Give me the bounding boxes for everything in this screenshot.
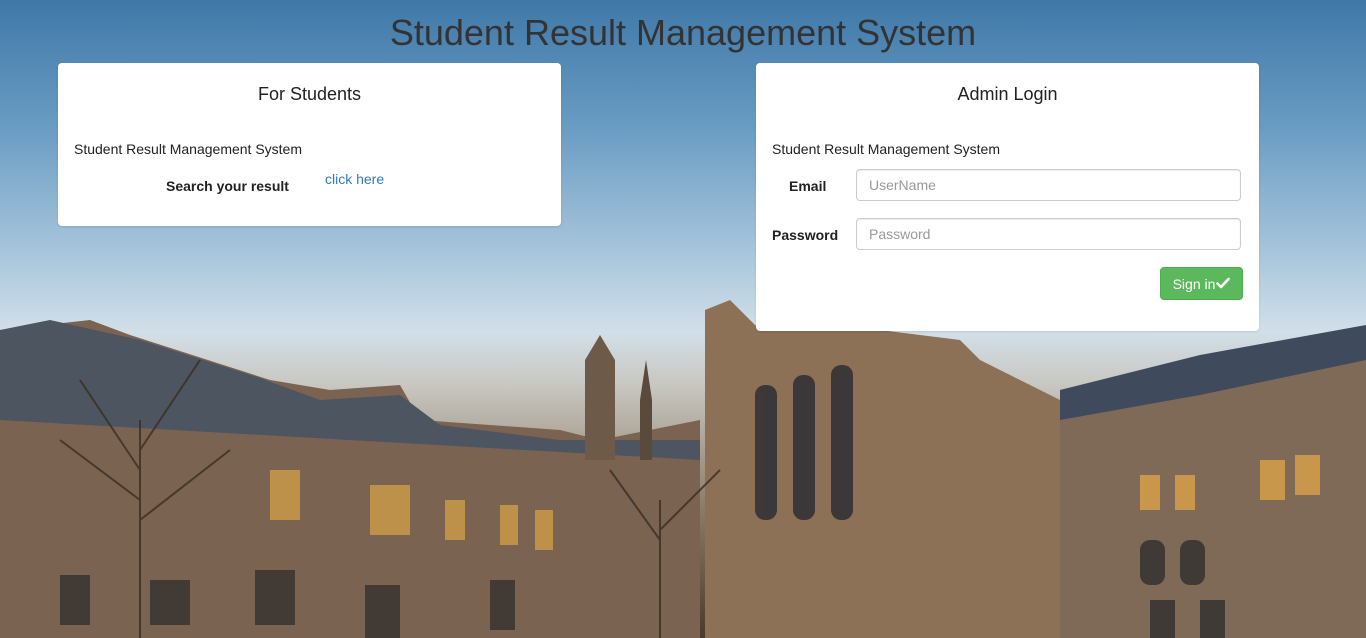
email-label: Email <box>789 178 827 194</box>
password-label: Password <box>772 227 839 243</box>
search-result-label: Search your result <box>166 178 289 194</box>
students-panel-heading: For Students <box>257 84 362 104</box>
admin-login-heading: Admin Login <box>957 84 1058 104</box>
sign-in-button[interactable]: Sign in <box>1160 267 1243 300</box>
sign-in-label: Sign in <box>1172 275 1216 292</box>
students-panel-subtitle: Student Result Management System <box>74 141 303 157</box>
check-icon <box>1216 276 1231 292</box>
students-panel: For Students Student Result Management S… <box>58 63 561 226</box>
admin-login-panel: Admin Login Student Result Management Sy… <box>756 63 1259 331</box>
password-input[interactable] <box>856 218 1241 250</box>
page-title: Student Result Management System <box>389 12 977 53</box>
admin-panel-subtitle: Student Result Management System <box>772 141 1001 157</box>
email-input[interactable] <box>856 169 1241 201</box>
click-here-link[interactable]: click here <box>325 171 384 187</box>
